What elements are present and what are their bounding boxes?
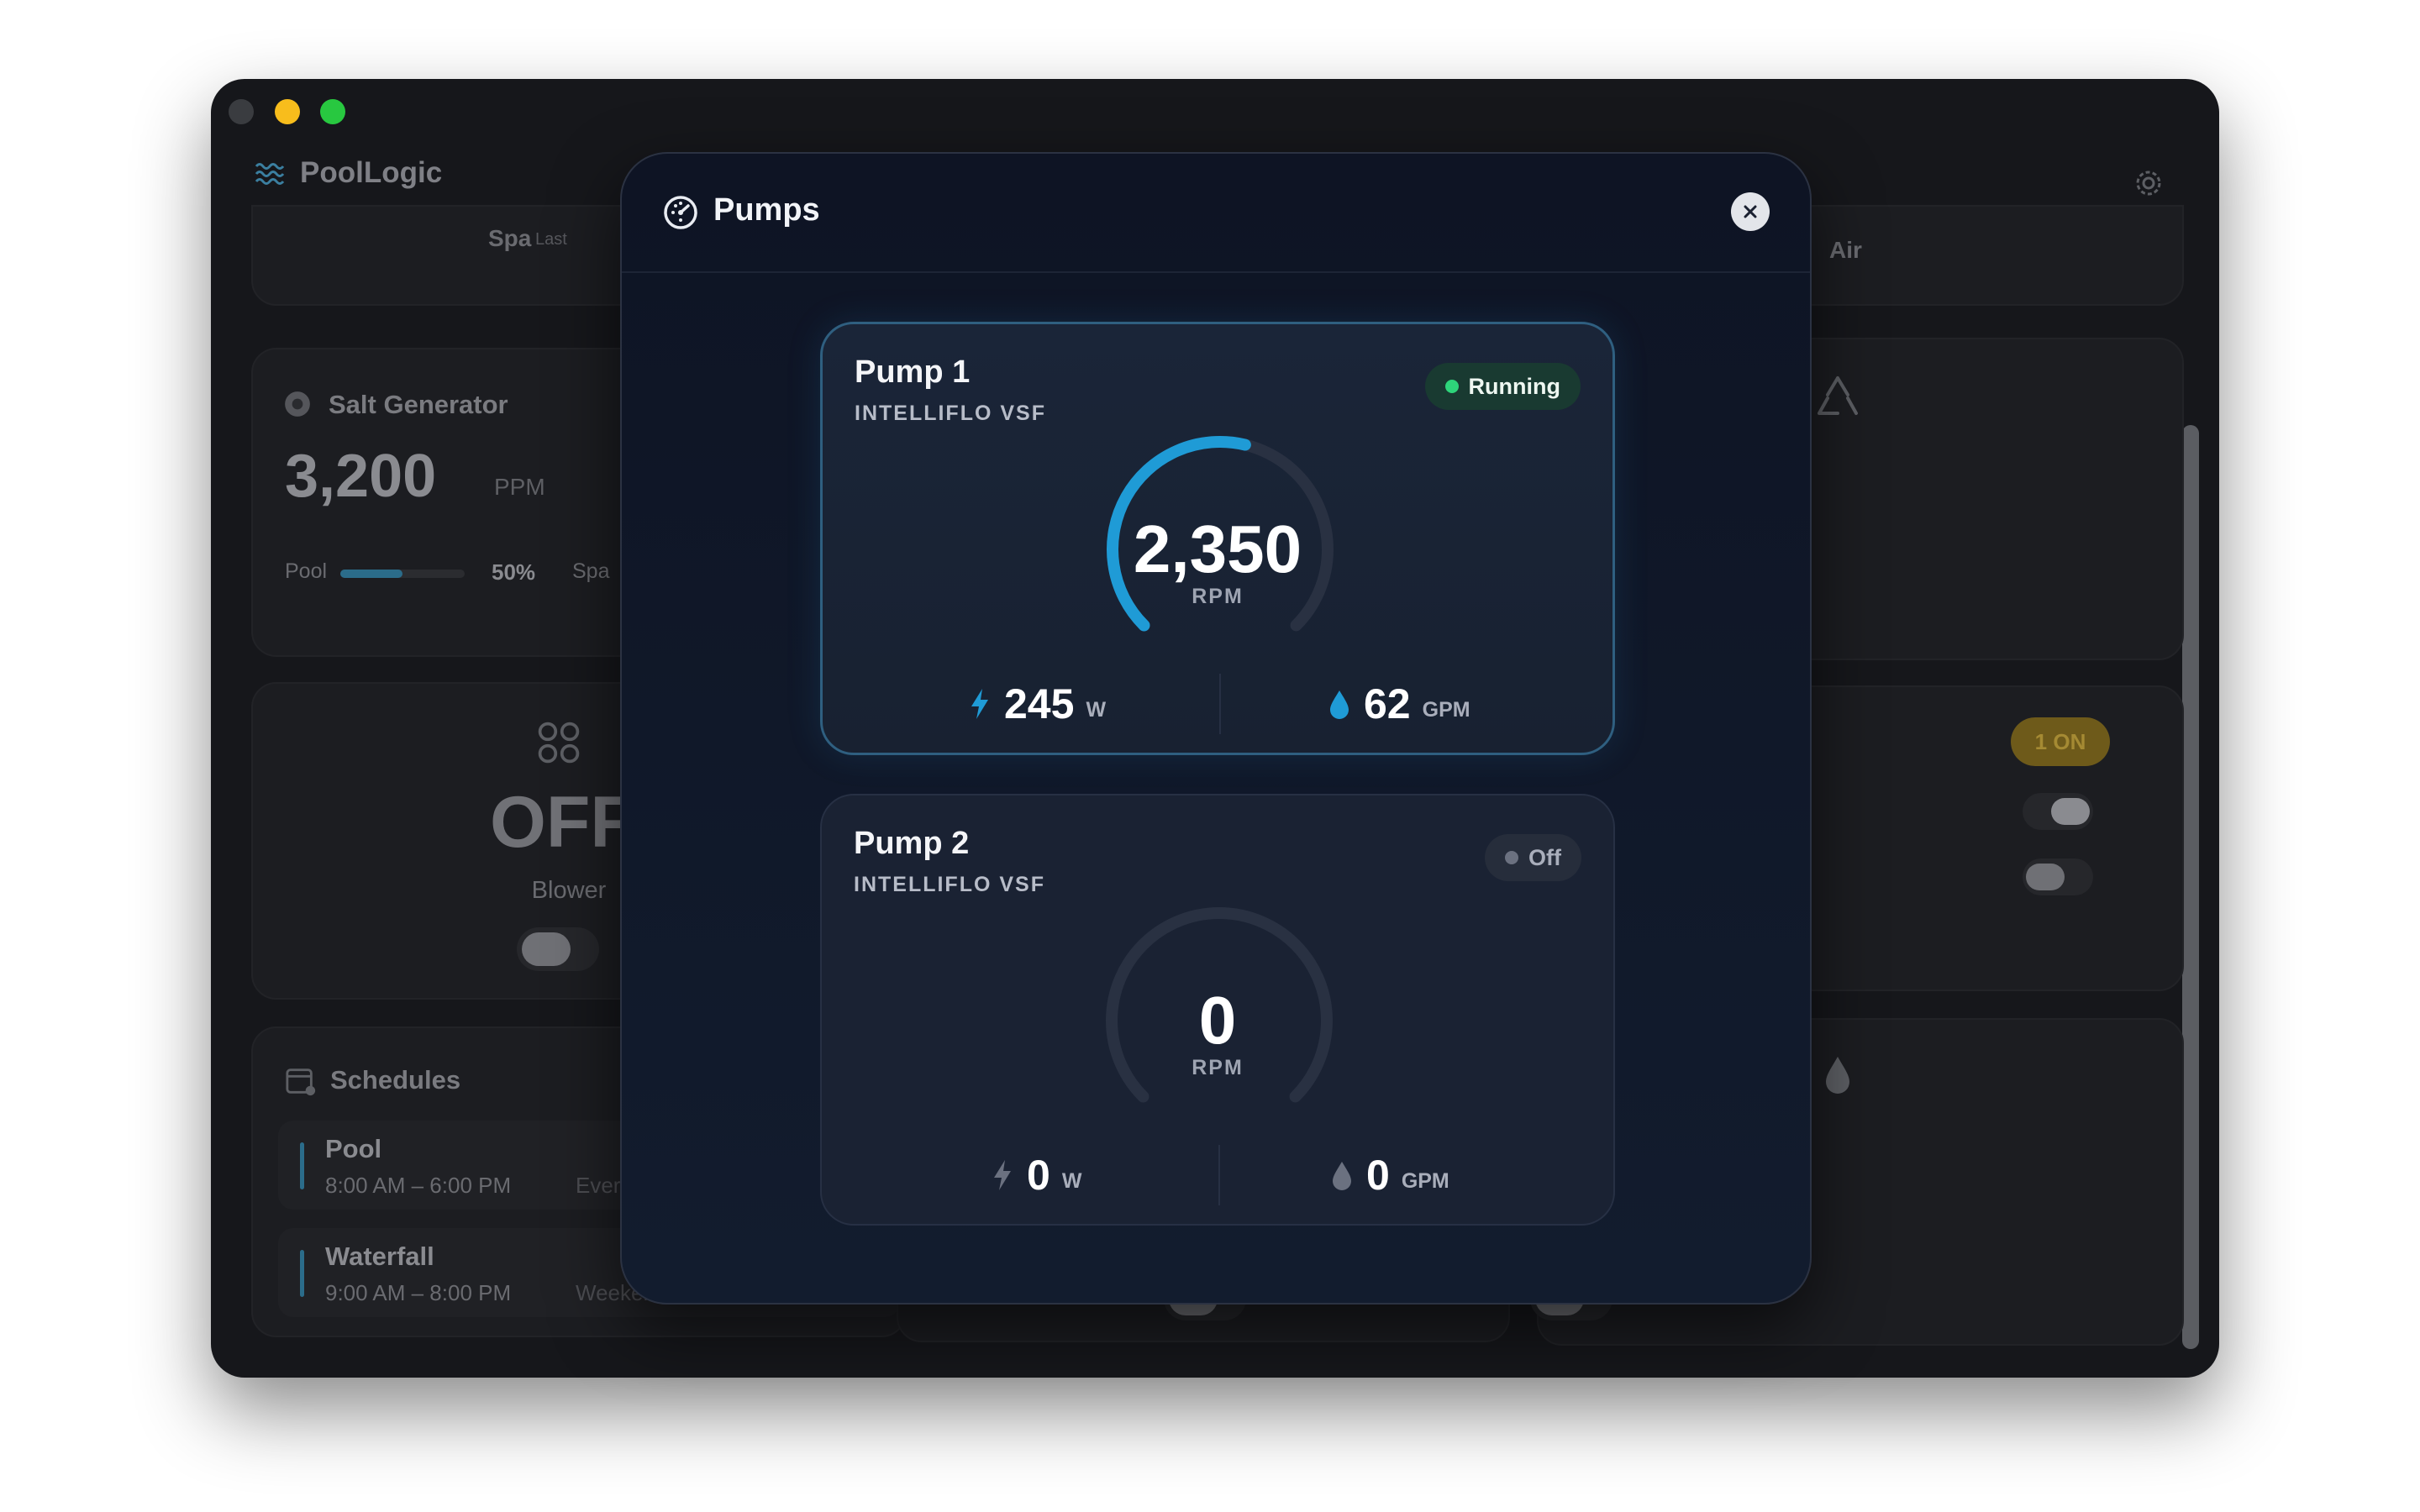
blower-icon bbox=[538, 722, 580, 764]
water-drop-icon bbox=[1330, 690, 1349, 719]
salt-ppm-value: 3,200 bbox=[285, 443, 437, 510]
schedule-name: Waterfall bbox=[325, 1242, 434, 1271]
schedule-name: Pool bbox=[325, 1134, 382, 1163]
power-stat: 245 W bbox=[967, 674, 1106, 734]
flow-unit: GPM bbox=[1422, 697, 1470, 722]
power-value: 0 bbox=[1027, 1152, 1050, 1199]
pump-card[interactable]: Pump 2 INTELLIFLO VSF Off 0 RPM 0 W 0 GP… bbox=[820, 794, 1615, 1226]
light-toggle-2[interactable] bbox=[2023, 858, 2093, 895]
rpm-unit: RPM bbox=[1192, 585, 1244, 608]
gear-icon[interactable] bbox=[2132, 166, 2165, 200]
salt-generator-title: Salt Generator bbox=[329, 390, 508, 419]
app-title: PoolLogic bbox=[300, 156, 443, 189]
water-drop-icon bbox=[1333, 1162, 1351, 1190]
pump-stats: 245 W 62 GPM bbox=[823, 674, 1612, 741]
power-value: 245 bbox=[1004, 680, 1075, 727]
waves-icon bbox=[255, 163, 285, 185]
flow-unit: GPM bbox=[1401, 1168, 1449, 1193]
salt-output-bar[interactable] bbox=[340, 570, 465, 578]
pump-model: INTELLIFLO VSF bbox=[854, 873, 1045, 896]
stats-divider bbox=[1218, 1145, 1220, 1205]
calendar-icon bbox=[286, 1068, 316, 1096]
blower-state: OFF bbox=[490, 782, 634, 863]
rpm-value: 0 bbox=[1198, 983, 1237, 1058]
status-dot bbox=[1444, 380, 1459, 393]
zoom-window-button[interactable] bbox=[320, 99, 345, 124]
speedometer-icon bbox=[664, 196, 697, 229]
pumps-modal: Pumps Pump 1 INTELLIFLO VSF Running 2,35… bbox=[620, 152, 1812, 1305]
lights-on-badge: 1 ON bbox=[2011, 717, 2110, 766]
app-brand: PoolLogic bbox=[253, 156, 442, 190]
power-unit: W bbox=[1061, 1168, 1082, 1193]
lightning-icon bbox=[994, 1160, 1011, 1190]
pump-stats: 0 W 0 GPM bbox=[822, 1145, 1613, 1212]
close-window-button[interactable] bbox=[229, 99, 254, 124]
lightning-icon bbox=[971, 689, 988, 719]
schedule-time: 8:00 AM – 6:00 PM bbox=[325, 1173, 512, 1198]
rpm-value: 2,350 bbox=[1133, 512, 1302, 586]
schedules-title: Schedules bbox=[330, 1065, 461, 1095]
pool-label: Pool bbox=[285, 559, 328, 583]
modal-header: Pumps bbox=[622, 154, 1810, 273]
status-badge: Off bbox=[1485, 834, 1581, 881]
status-text: Running bbox=[1468, 373, 1560, 399]
flow-value: 62 bbox=[1364, 680, 1411, 727]
flow-value: 0 bbox=[1366, 1152, 1390, 1199]
scrollbar-thumb[interactable] bbox=[2182, 425, 2199, 1349]
pool-percent: 50% bbox=[492, 559, 536, 585]
pump-name: Pump 1 bbox=[855, 354, 971, 390]
air-label: Air bbox=[1829, 237, 1862, 263]
recycle-icon bbox=[1818, 376, 1858, 415]
close-icon bbox=[1744, 205, 1757, 218]
power-unit: W bbox=[1086, 697, 1107, 722]
spa-sub-label: Last bbox=[535, 230, 567, 249]
salt-ppm-unit: PPM bbox=[494, 474, 545, 500]
salt-icon bbox=[285, 391, 310, 417]
status-dot bbox=[1505, 851, 1519, 864]
pump-name: Pump 2 bbox=[854, 826, 970, 861]
status-text: Off bbox=[1528, 844, 1561, 870]
schedule-time: 9:00 AM – 8:00 PM bbox=[325, 1280, 512, 1305]
blower-toggle[interactable] bbox=[517, 927, 599, 971]
close-button[interactable] bbox=[1731, 192, 1770, 231]
salt-output-bar-fill bbox=[340, 570, 402, 578]
light-toggle-1[interactable] bbox=[2023, 793, 2093, 830]
power-stat: 0 W bbox=[990, 1145, 1081, 1205]
minimize-window-button[interactable] bbox=[275, 99, 300, 124]
water-drop-icon bbox=[1826, 1057, 1849, 1094]
flow-stat: 62 GPM bbox=[1327, 674, 1470, 734]
modal-title: Pumps bbox=[713, 192, 820, 228]
flow-stat: 0 GPM bbox=[1329, 1145, 1449, 1205]
pump-model: INTELLIFLO VSF bbox=[855, 402, 1046, 425]
spa-label: Spa bbox=[488, 225, 532, 251]
rpm-unit: RPM bbox=[1192, 1056, 1244, 1079]
pump-card[interactable]: Pump 1 INTELLIFLO VSF Running 2,350 RPM … bbox=[820, 322, 1615, 755]
stats-divider bbox=[1219, 674, 1221, 734]
spa-label-salt: Spa bbox=[572, 559, 610, 583]
status-badge: Running bbox=[1424, 363, 1581, 410]
